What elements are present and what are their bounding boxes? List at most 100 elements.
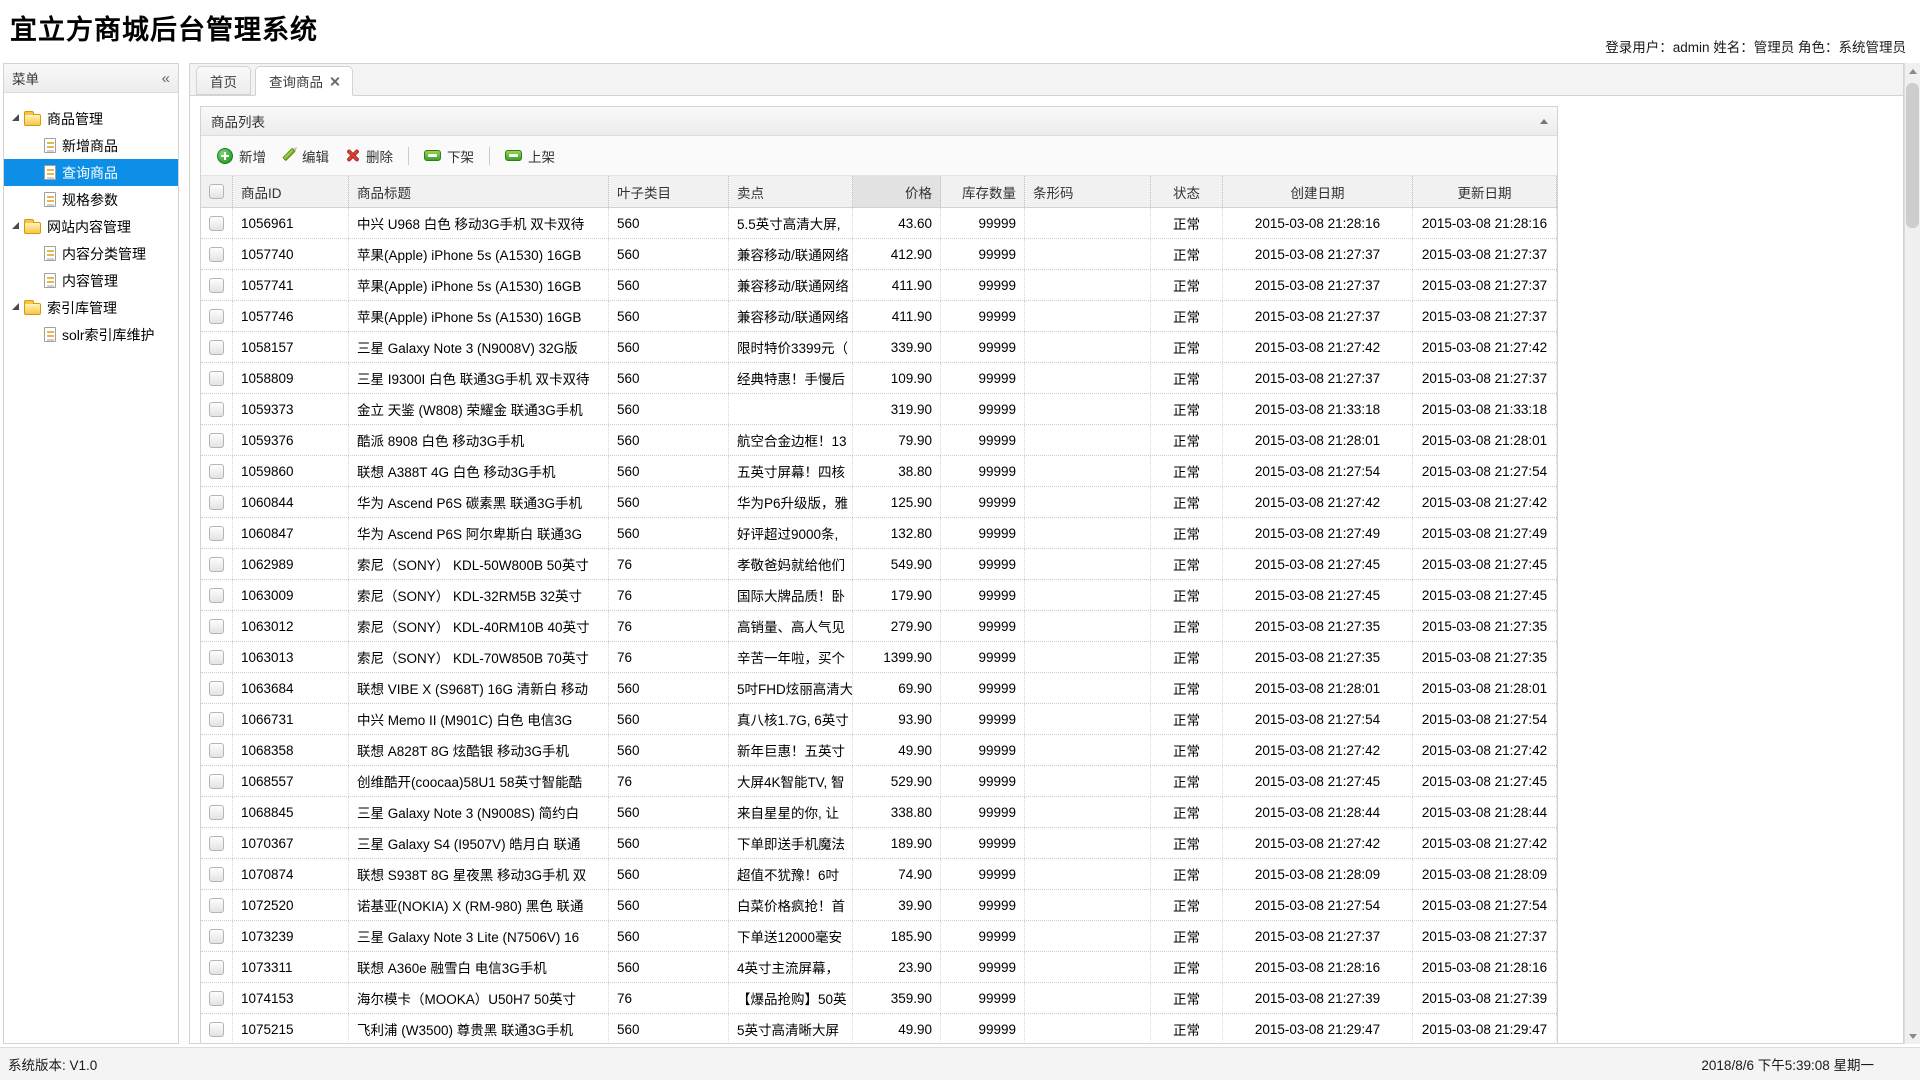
panel-collapse-icon[interactable] (1540, 119, 1548, 124)
expand-arrow-icon[interactable] (12, 222, 19, 229)
tab[interactable]: 查询商品 (255, 66, 353, 96)
add-button[interactable]: 新增 (209, 142, 274, 170)
tree-item[interactable]: solr索引库维护 (4, 321, 178, 348)
row-checkbox[interactable] (209, 805, 224, 820)
table-row[interactable]: 1063013索尼（SONY） KDL-70W850B 70英寸76辛苦一年啦，… (201, 642, 1557, 673)
column-header-category[interactable]: 叶子类目 (609, 176, 729, 207)
column-header-status[interactable]: 状态 (1151, 176, 1223, 207)
table-row[interactable]: 1063684联想 VIBE X (S968T) 16G 清新白 移动5605吋… (201, 673, 1557, 704)
table-row[interactable]: 1059860联想 A388T 4G 白色 移动3G手机560五英寸屏幕！四核3… (201, 456, 1557, 487)
table-row[interactable]: 1063009索尼（SONY） KDL-32RM5B 32英寸76国际大牌品质！… (201, 580, 1557, 611)
table-row[interactable]: 1060847华为 Ascend P6S 阿尔卑斯白 联通3G560好评超过90… (201, 518, 1557, 549)
column-header[interactable] (201, 176, 233, 207)
table-row[interactable]: 1063012索尼（SONY） KDL-40RM10B 40英寸76高销量、高人… (201, 611, 1557, 642)
cell-title: 苹果(Apple) iPhone 5s (A1530) 16GB (349, 270, 609, 300)
edit-button[interactable]: 编辑 (274, 142, 337, 170)
online-button[interactable]: 上架 (497, 142, 563, 170)
row-checkbox[interactable] (209, 495, 224, 510)
row-checkbox[interactable] (209, 216, 224, 231)
table-row[interactable]: 1070874联想 S938T 8G 星夜黑 移动3G手机 双560超值不犹豫！… (201, 859, 1557, 890)
row-checkbox[interactable] (209, 278, 224, 293)
cell-id: 1058157 (233, 332, 349, 362)
row-checkbox[interactable] (209, 402, 224, 417)
tree-folder[interactable]: 索引库管理 (4, 294, 178, 321)
row-checkbox[interactable] (209, 991, 224, 1006)
cell-category: 560 (609, 704, 729, 734)
tree-item[interactable]: 内容管理 (4, 267, 178, 294)
column-header-id[interactable]: 商品ID (233, 176, 349, 207)
table-row[interactable]: 1074153海尔模卡（MOOKA）U50H7 50英寸76【爆品抢购】50英3… (201, 983, 1557, 1014)
column-header-sell_point[interactable]: 卖点 (729, 176, 853, 207)
column-header-updated[interactable]: 更新日期 (1413, 176, 1557, 207)
table-row[interactable]: 1056961中兴 U968 白色 移动3G手机 双卡双待5605.5英寸高清大… (201, 208, 1557, 239)
row-checkbox[interactable] (209, 743, 224, 758)
column-header-price[interactable]: 价格 (853, 176, 941, 207)
table-row[interactable]: 1057740苹果(Apple) iPhone 5s (A1530) 16GB5… (201, 239, 1557, 270)
row-checkbox[interactable] (209, 712, 224, 727)
table-row[interactable]: 1059373金立 天鉴 (W808) 荣耀金 联通3G手机560319.909… (201, 394, 1557, 425)
row-checkbox[interactable] (209, 433, 224, 448)
expand-arrow-icon[interactable] (12, 114, 19, 121)
tree-item-label: 查询商品 (62, 163, 118, 183)
row-checkbox[interactable] (209, 371, 224, 386)
tree-item[interactable]: 新增商品 (4, 132, 178, 159)
row-checkbox[interactable] (209, 247, 224, 262)
table-row[interactable]: 1066731中兴 Memo II (M901C) 白色 电信3G560真八核1… (201, 704, 1557, 735)
row-checkbox[interactable] (209, 836, 224, 851)
scroll-up-icon[interactable] (1905, 63, 1920, 79)
column-header-created[interactable]: 创建日期 (1223, 176, 1413, 207)
vertical-scrollbar[interactable] (1904, 63, 1920, 1044)
scroll-down-icon[interactable] (1905, 1028, 1920, 1044)
column-header-barcode[interactable]: 条形码 (1025, 176, 1151, 207)
table-row[interactable]: 1068845三星 Galaxy Note 3 (N9008S) 简约白560来… (201, 797, 1557, 828)
tree-item[interactable]: 查询商品 (4, 159, 178, 186)
tree-folder[interactable]: 商品管理 (4, 105, 178, 132)
table-row[interactable]: 1057741苹果(Apple) iPhone 5s (A1530) 16GB5… (201, 270, 1557, 301)
table-row[interactable]: 1072520诺基亚(NOKIA) X (RM-980) 黑色 联通560白菜价… (201, 890, 1557, 921)
row-checkbox[interactable] (209, 309, 224, 324)
scrollbar-thumb[interactable] (1906, 83, 1919, 228)
column-header-title[interactable]: 商品标题 (349, 176, 609, 207)
row-checkbox[interactable] (209, 898, 224, 913)
select-all-checkbox[interactable] (209, 184, 224, 199)
table-row[interactable]: 1062989索尼（SONY） KDL-50W800B 50英寸76孝敬爸妈就给… (201, 549, 1557, 580)
tree-item[interactable]: 内容分类管理 (4, 240, 178, 267)
table-row[interactable]: 1073239三星 Galaxy Note 3 Lite (N7506V) 16… (201, 921, 1557, 952)
row-checkbox[interactable] (209, 681, 224, 696)
row-checkbox[interactable] (209, 867, 224, 882)
row-checkbox[interactable] (209, 960, 224, 975)
delete-button[interactable]: 删除 (337, 142, 401, 170)
row-checkbox[interactable] (209, 619, 224, 634)
table-row[interactable]: 1058157三星 Galaxy Note 3 (N9008V) 32G版560… (201, 332, 1557, 363)
table-row[interactable]: 1075215飞利浦 (W3500) 尊贵黑 联通3G手机5605英寸高清晰大屏… (201, 1014, 1557, 1043)
toolbar-button-label: 删除 (366, 146, 393, 166)
row-checkbox[interactable] (209, 557, 224, 572)
row-checkbox[interactable] (209, 588, 224, 603)
row-checkbox[interactable] (209, 340, 224, 355)
tab[interactable]: 首页 (196, 66, 251, 95)
table-row[interactable]: 1068358联想 A828T 8G 炫酷银 移动3G手机560新年巨惠！五英寸… (201, 735, 1557, 766)
tree-item[interactable]: 规格参数 (4, 186, 178, 213)
column-header-stock[interactable]: 库存数量 (941, 176, 1025, 207)
table-row[interactable]: 1068557创维酷开(coocaa)58U1 58英寸智能酷76大屏4K智能T… (201, 766, 1557, 797)
row-checkbox[interactable] (209, 774, 224, 789)
close-icon[interactable] (330, 77, 339, 86)
expand-arrow-icon[interactable] (12, 303, 19, 310)
table-row[interactable]: 1070367三星 Galaxy S4 (I9507V) 皓月白 联通560下单… (201, 828, 1557, 859)
row-checkbox[interactable] (209, 650, 224, 665)
cell-title: 中兴 Memo II (M901C) 白色 电信3G (349, 704, 609, 734)
table-row[interactable]: 1057746苹果(Apple) iPhone 5s (A1530) 16GB5… (201, 301, 1557, 332)
row-checkbox[interactable] (209, 929, 224, 944)
row-checkbox[interactable] (209, 1022, 224, 1037)
offline-button[interactable]: 下架 (416, 142, 482, 170)
cell-id: 1058809 (233, 363, 349, 393)
table-row[interactable]: 1058809三星 I9300I 白色 联通3G手机 双卡双待560经典特惠！手… (201, 363, 1557, 394)
table-row[interactable]: 1073311联想 A360e 融雪白 电信3G手机5604英寸主流屏幕，23.… (201, 952, 1557, 983)
table-row[interactable]: 1059376酷派 8908 白色 移动3G手机560航空合金边框！1379.9… (201, 425, 1557, 456)
sidebar-collapse-icon[interactable]: « (162, 71, 170, 86)
row-checkbox[interactable] (209, 464, 224, 479)
cell-checkbox (201, 394, 233, 424)
row-checkbox[interactable] (209, 526, 224, 541)
table-row[interactable]: 1060844华为 Ascend P6S 碳素黑 联通3G手机560华为P6升级… (201, 487, 1557, 518)
tree-folder[interactable]: 网站内容管理 (4, 213, 178, 240)
